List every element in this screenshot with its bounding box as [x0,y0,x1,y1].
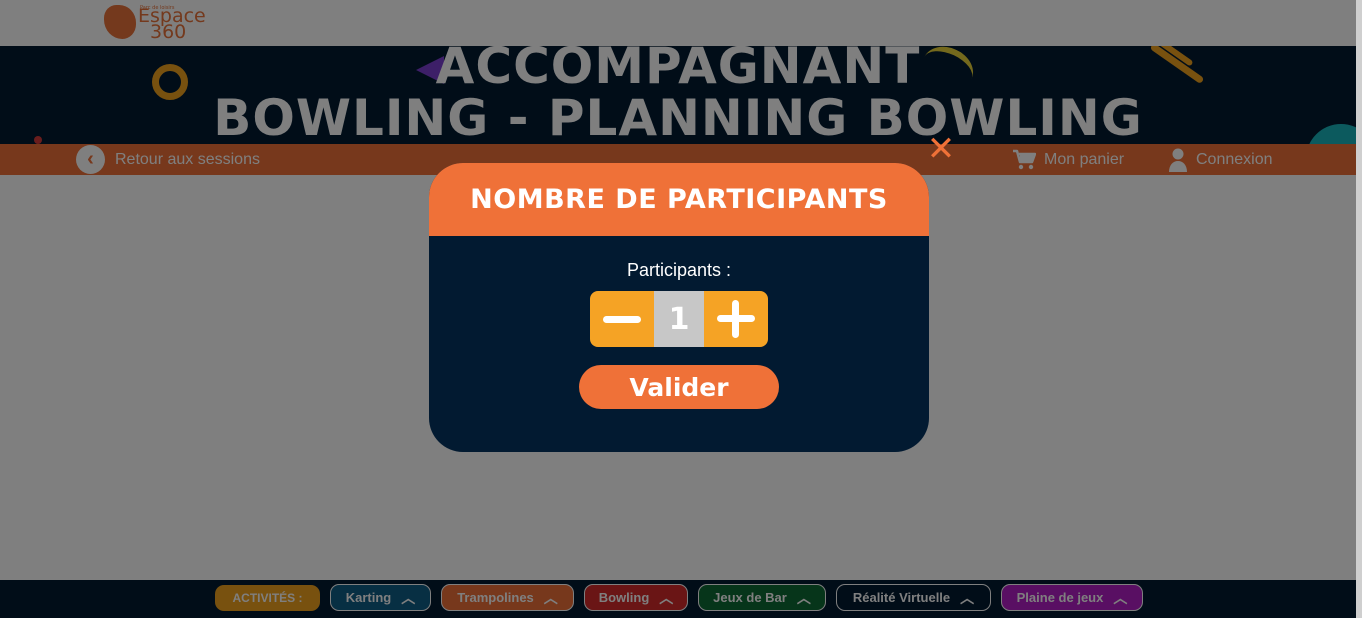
modal-header: NOMBRE DE PARTICIPANTS [429,163,929,236]
increment-button[interactable] [704,291,768,347]
participants-modal: NOMBRE DE PARTICIPANTS Participants : 1 … [429,163,929,452]
participants-value[interactable]: 1 [654,291,704,347]
modal-title: NOMBRE DE PARTICIPANTS [470,184,888,215]
minus-icon [603,315,641,323]
validate-button[interactable]: Valider [579,365,779,409]
plus-icon [717,300,755,338]
participants-label: Participants : [626,260,732,280]
decrement-button[interactable] [590,291,654,347]
scrollbar-track[interactable] [1356,0,1362,618]
close-icon[interactable]: ✕ [924,132,958,166]
participants-stepper: 1 [590,291,768,347]
